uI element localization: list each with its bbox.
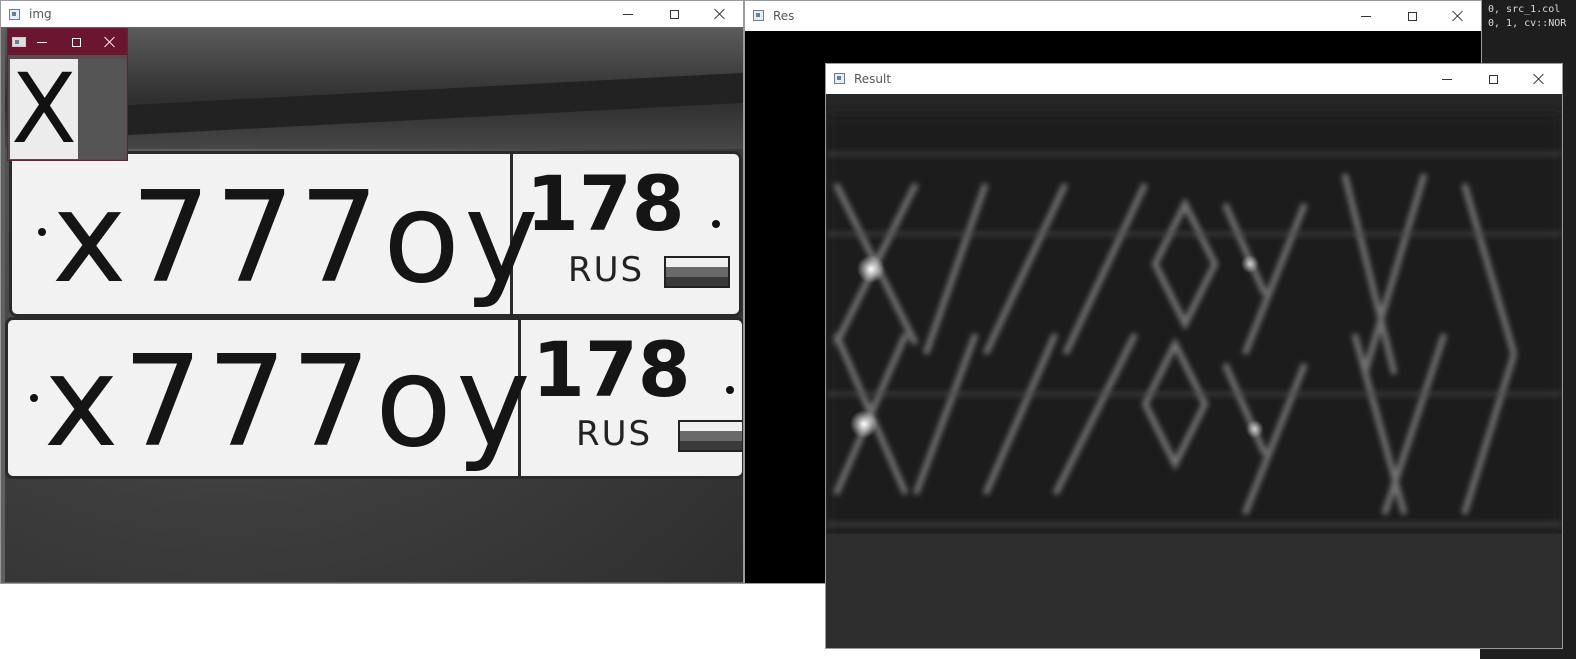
plate-main-section: x777oy [12, 154, 539, 314]
code-line: 0, src_1.col [1488, 4, 1561, 15]
plate-region: 178 [532, 325, 691, 414]
minimize-icon [623, 13, 633, 15]
maximize-icon [71, 37, 81, 47]
window-title: Result [854, 72, 892, 86]
maximize-button[interactable] [651, 1, 697, 27]
plate-bolt [30, 394, 38, 402]
result-window[interactable]: Result [825, 63, 1563, 649]
maximize-button[interactable] [1389, 1, 1435, 31]
license-plate: x777oy 178 RUS [5, 317, 743, 479]
minimize-button[interactable] [1424, 64, 1470, 94]
app-window-icon [834, 73, 845, 84]
match-result-heatmap [826, 94, 1562, 648]
maximize-icon [1488, 74, 1498, 84]
license-plate: x777oy 178 RUS [9, 151, 742, 317]
template-window-titlebar[interactable] [8, 29, 127, 55]
plate-country: RUS [568, 250, 645, 290]
app-window-icon [753, 10, 764, 21]
plate-main-section: x777oy [8, 320, 531, 476]
minimize-icon [1361, 15, 1371, 17]
plate-code: x777oy [44, 328, 535, 475]
maximize-button[interactable] [1470, 64, 1516, 94]
minimize-button[interactable] [1343, 1, 1389, 31]
maximize-icon [669, 9, 679, 19]
plate-country: RUS [576, 414, 653, 454]
minimize-icon [1442, 78, 1452, 80]
plate-bolt [38, 228, 46, 236]
res-window-titlebar[interactable]: Res [745, 1, 1481, 31]
close-button[interactable] [697, 1, 743, 27]
plate-code: x777oy [52, 164, 543, 311]
img-window-titlebar[interactable]: img [1, 1, 743, 27]
template-window[interactable]: X [7, 28, 128, 161]
minimize-button[interactable] [25, 29, 59, 55]
plate-bolt [712, 220, 720, 228]
flag-icon [664, 256, 730, 288]
close-button[interactable] [1516, 64, 1562, 94]
app-window-icon [9, 9, 20, 20]
code-line: 0, 1, cv::NOR [1488, 18, 1567, 29]
template-padding [78, 59, 126, 159]
flag-icon [678, 420, 743, 452]
maximize-icon [1407, 11, 1417, 21]
close-icon [1533, 73, 1545, 85]
close-icon [714, 8, 726, 20]
window-title: Res [773, 9, 795, 23]
close-button[interactable] [1435, 1, 1481, 31]
close-button[interactable] [93, 29, 127, 55]
app-window-icon [12, 37, 26, 47]
minimize-button[interactable] [605, 1, 651, 27]
close-icon [1452, 10, 1464, 22]
minimize-icon [37, 41, 47, 43]
template-image: X [10, 53, 78, 161]
plate-region: 178 [526, 159, 685, 248]
maximize-button[interactable] [59, 29, 93, 55]
close-icon [104, 36, 116, 48]
result-window-titlebar[interactable]: Result [826, 64, 1562, 94]
plate-bolt [726, 386, 734, 394]
window-title: img [29, 7, 52, 21]
